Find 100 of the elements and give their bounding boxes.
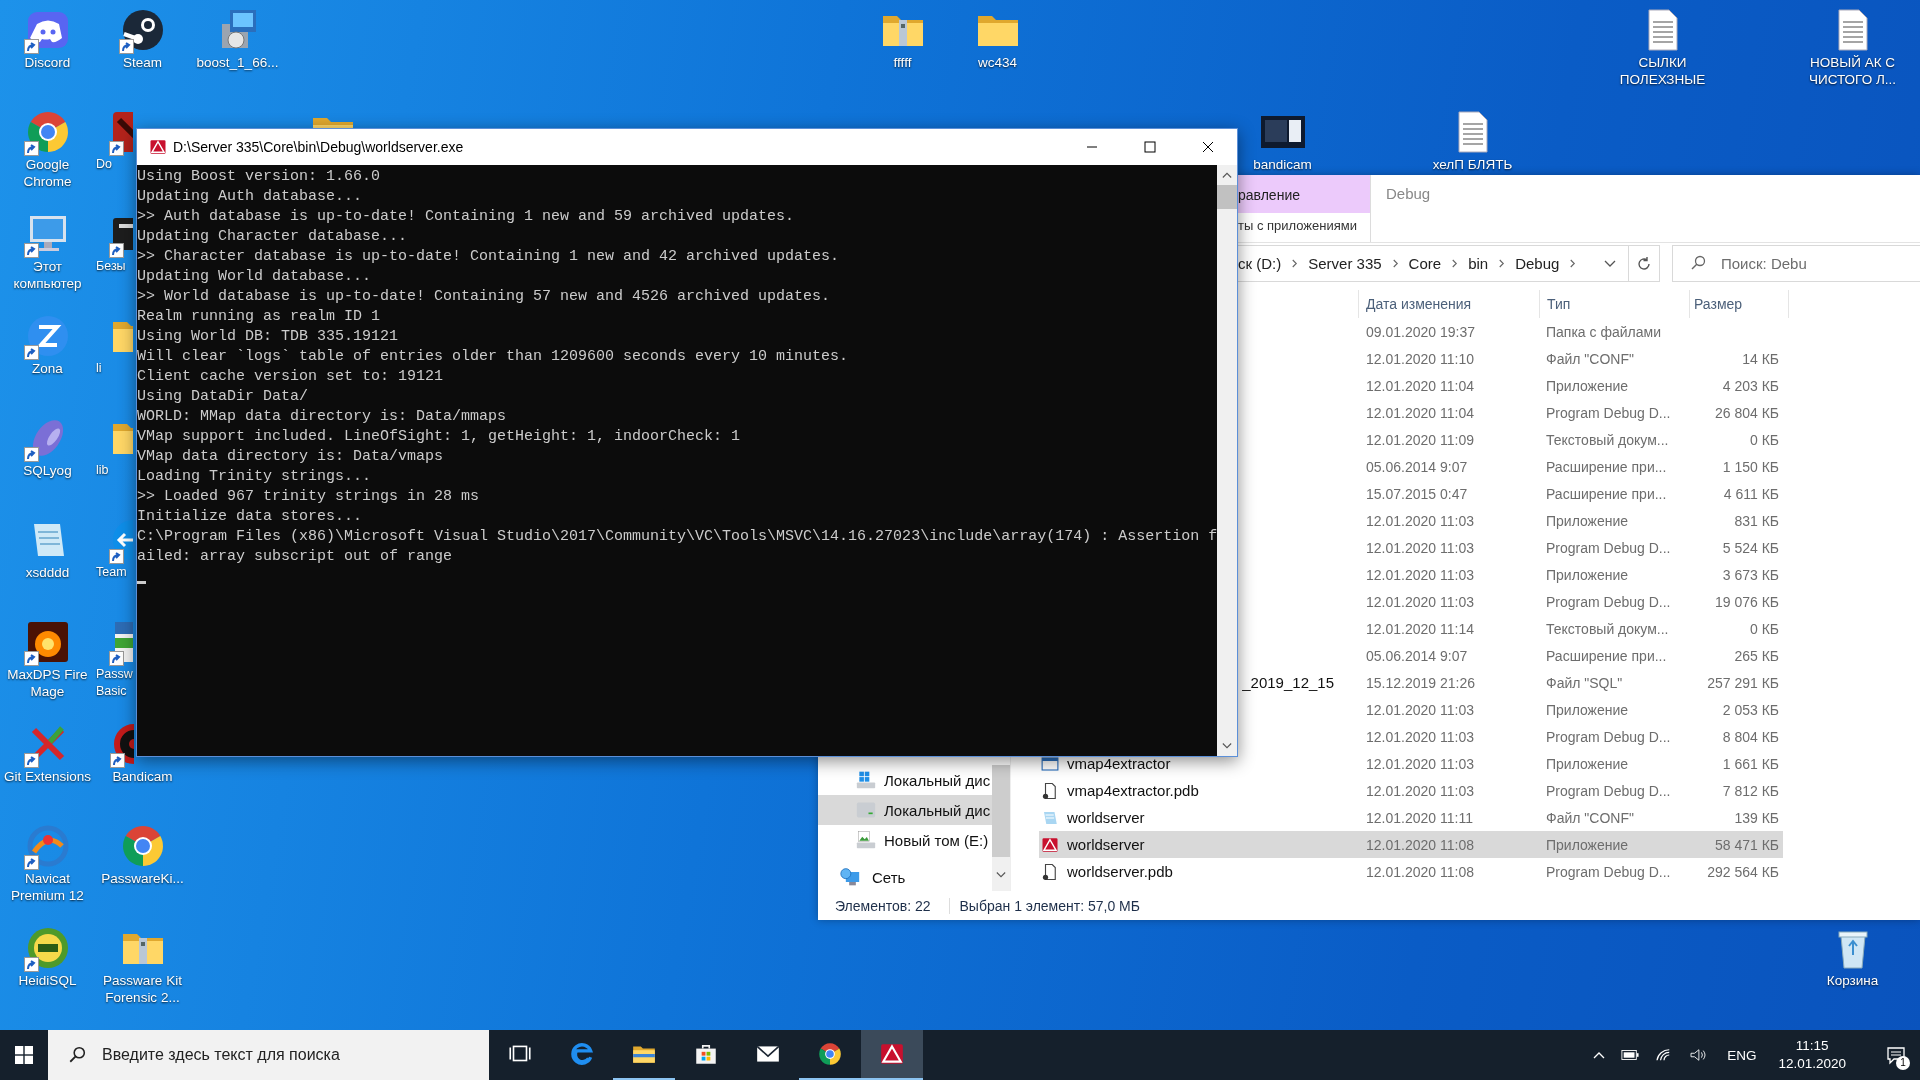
column-header[interactable]: Дата изменения	[1358, 290, 1539, 318]
date-cell-text: 12.01.2020 11:04	[1365, 377, 1475, 394]
search-field[interactable]: Поиск: Debu	[1672, 245, 1920, 282]
nav-item[interactable]: Локальный дис	[818, 795, 992, 825]
desktop-icon-label[interactable]: PasswareKi...	[101, 870, 184, 887]
desktop-icon-label[interactable]: xsdddd	[25, 564, 70, 581]
file-row[interactable]: worldserver 12.01.2020 11:11 Файл "CONF" 139 КБ	[1039, 804, 1783, 831]
desktop-icon-label[interactable]: boost_1_66...	[196, 54, 279, 71]
date-cell-text: 12.01.2020 11:03	[1365, 728, 1475, 745]
desktop-icon-label[interactable]: Do	[96, 156, 112, 173]
ribbon-tab[interactable]: равление	[1238, 175, 1370, 213]
desktop-icon-label[interactable]: wc434	[978, 54, 1017, 71]
desktop-icon-label[interactable]: НОВЫЙ АК С ЧИСТОГО Л...	[1807, 54, 1898, 88]
desktop-icon-label[interactable]: Bandicam	[112, 768, 173, 785]
date-cell-text: 12.01.2020 11:09	[1365, 431, 1475, 448]
chevron-right-icon	[1391, 258, 1399, 269]
file-row[interactable]: vmap4extractor.pdb 12.01.2020 11:03 Program Debug D... 7 812 КБ	[1039, 777, 1783, 804]
size-cell-text: 0 КБ	[1748, 620, 1780, 637]
scrollbar-thumb[interactable]	[1217, 185, 1237, 209]
language-indicator[interactable]: ENG	[1727, 1047, 1757, 1063]
desktop-icon-label[interactable]: bandicam	[1253, 156, 1312, 173]
address-bar[interactable]: ск (D:) Server 335 Core bin Debug	[1238, 245, 1630, 282]
desktop-icon-label[interactable]: Zona	[32, 360, 63, 377]
column-header[interactable]: Размер	[1689, 290, 1789, 318]
text-cursor	[137, 581, 146, 584]
type-cell-text: Program Debug D...	[1545, 539, 1672, 556]
scroll-up-icon[interactable]	[1222, 171, 1233, 179]
date-cell-text: 12.01.2020 11:04	[1365, 404, 1475, 421]
breadcrumb-item[interactable]: bin	[1468, 255, 1489, 272]
breadcrumb-item[interactable]: ск (D:)	[1238, 255, 1282, 272]
desktop-icon-label[interactable]: Navicat Premium 12	[2, 870, 93, 904]
date-cell-text: 12.01.2020 11:03	[1365, 782, 1475, 799]
breadcrumb-item[interactable]: Debug	[1515, 255, 1560, 272]
desktop-icon-label[interactable]: fffff	[893, 54, 912, 71]
scrollbar-thumb[interactable]	[992, 765, 1010, 857]
dropdown-icon[interactable]	[1604, 259, 1617, 268]
desktop-icon-label[interactable]: хелП БЛЯТЬ	[1432, 156, 1513, 173]
date-cell-text: 12.01.2020 11:03	[1365, 593, 1475, 610]
file-row[interactable]: worldserver.pdb 12.01.2020 11:08 Program Debug D... 292 564 КБ	[1039, 858, 1783, 885]
scrollbar[interactable]	[992, 765, 1010, 891]
date-cell-text: 12.01.2020 11:08	[1365, 863, 1475, 880]
scroll-down-icon[interactable]	[996, 871, 1006, 879]
size-cell-text: 19 076 КБ	[1713, 593, 1780, 610]
refresh-button[interactable]	[1629, 245, 1660, 282]
breadcrumb-item[interactable]: Core	[1408, 255, 1442, 272]
selection-info: Выбран 1 элемент: 57,0 МБ	[948, 897, 1140, 914]
type-cell-text: Program Debug D...	[1545, 863, 1672, 880]
console-line: Realm running as realm ID 1	[137, 307, 382, 327]
date-cell-text: 12.01.2020 11:10	[1365, 350, 1475, 367]
nav-item[interactable]: Локальный дис	[818, 765, 992, 795]
breadcrumb-item[interactable]: Server 335	[1308, 255, 1382, 272]
desktop-icon-label[interactable]: Passware Kit Forensic 2...	[97, 972, 188, 1006]
clock-date[interactable]: 12.01.2020	[1778, 1055, 1846, 1073]
file-row[interactable]: vmap4extractor 12.01.2020 11:03 Приложение 1 661 КБ	[1039, 750, 1783, 777]
console-line: Using World DB: TDB 335.19121	[137, 327, 400, 347]
desktop-icon-label[interactable]: Этот компьютер	[2, 258, 93, 292]
size-cell-text: 3 673 КБ	[1721, 566, 1780, 583]
drive-icon	[856, 830, 876, 850]
desktop-icon-label[interactable]: Steam	[123, 54, 162, 71]
size-cell-text: 265 КБ	[1733, 647, 1780, 664]
nav-item[interactable]: Сеть	[818, 863, 992, 891]
notification-button[interactable]: 1	[1872, 1030, 1920, 1080]
taskbar-search-field[interactable]: Введите здесь текст для поиска	[48, 1030, 489, 1080]
chevron-up-icon[interactable]	[1593, 1051, 1606, 1059]
console-line: Client cache version set to: 19121	[137, 367, 445, 387]
chevron-right-icon	[1291, 258, 1299, 269]
desktop-icon-label[interactable]: li	[96, 360, 102, 377]
scrollbar[interactable]	[1217, 165, 1237, 756]
size-cell-text: 8 804 КБ	[1721, 728, 1780, 745]
scroll-down-icon[interactable]	[1222, 742, 1233, 750]
clock-time[interactable]: 11:15	[1795, 1037, 1829, 1055]
volume-icon[interactable]	[1689, 1048, 1708, 1062]
close-icon	[1202, 141, 1214, 153]
desktop-icon-label[interactable]: SQLyog	[23, 462, 72, 479]
desktop-icon-label[interactable]: Git Extensions	[3, 768, 91, 785]
desktop-icon-label[interactable]: lib	[96, 462, 109, 479]
desktop-icon-label[interactable]: Google Chrome	[2, 156, 93, 190]
console-line: >> Auth database is up-to-date! Containing 1 new and 59 archived updates.	[137, 207, 796, 227]
size-cell-text: 4 203 КБ	[1721, 377, 1780, 394]
nav-item[interactable]: Новый том (E:)	[818, 825, 992, 855]
desktop-icon-label[interactable]: HeidiSQL	[18, 972, 77, 989]
desktop-icon-label[interactable]: Passw Basic	[96, 666, 136, 700]
battery-icon[interactable]	[1621, 1048, 1640, 1062]
type-cell-text: Файл "SQL"	[1545, 674, 1624, 691]
search-icon	[68, 1046, 86, 1064]
desktop-icon-label[interactable]: Team	[96, 564, 127, 581]
desktop-icon-label[interactable]: MaxDPS Fire Mage	[2, 666, 93, 700]
column-header[interactable]: Тип	[1539, 290, 1689, 318]
desktop-icon-label[interactable]: СЫЛКИ ПОЛЕХЗНЫЕ	[1617, 54, 1708, 88]
desktop-icon-label[interactable]: Безы	[96, 258, 126, 275]
desktop-icon-label[interactable]: Корзина	[1826, 972, 1879, 989]
console-line: Updating Character database...	[137, 227, 409, 247]
type-cell-text: Приложение	[1545, 512, 1630, 529]
drive-icon	[856, 770, 876, 790]
console-line: >> Loaded 967 trinity strings in 28 ms	[137, 487, 481, 507]
document-icon	[1041, 862, 1059, 881]
desktop-icon-label[interactable]: Discord	[24, 54, 71, 71]
type-cell-text: Приложение	[1545, 701, 1630, 718]
taskbar-app[interactable]	[861, 1030, 923, 1080]
file-row[interactable]: worldserver 12.01.2020 11:08 Приложение 58 471 КБ	[1039, 831, 1783, 858]
